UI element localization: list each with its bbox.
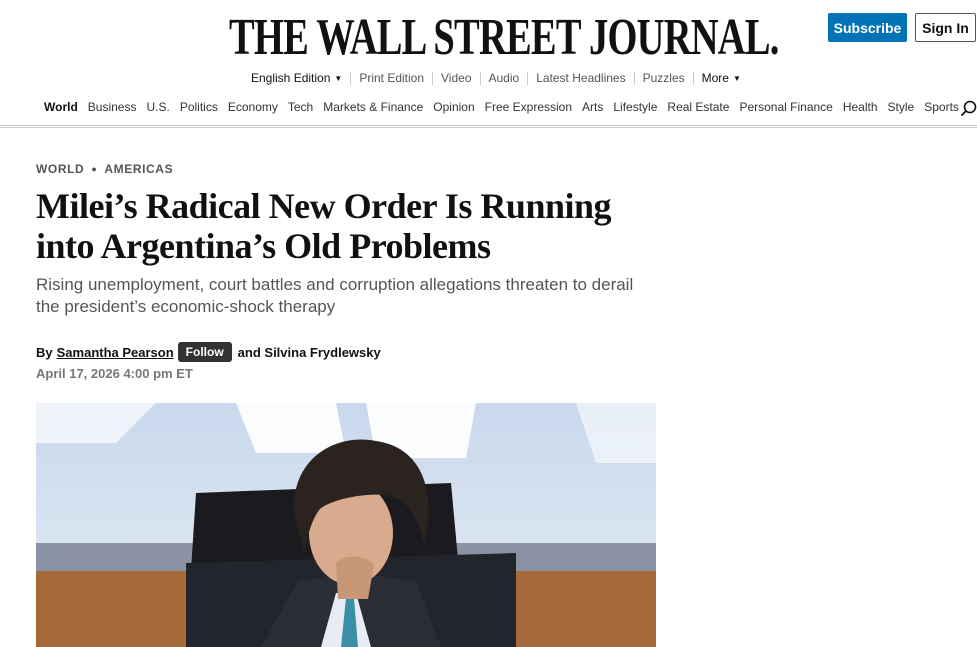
nav-politics[interactable]: Politics bbox=[180, 100, 218, 117]
article-timestamp: April 17, 2026 4:00 pm ET bbox=[36, 366, 193, 381]
bullet-icon: ● bbox=[91, 164, 98, 174]
nav-tech[interactable]: Tech bbox=[288, 100, 313, 117]
nav-world[interactable]: World bbox=[44, 100, 78, 117]
link-print-edition[interactable]: Print Edition bbox=[350, 72, 432, 85]
nav-arts[interactable]: Arts bbox=[582, 100, 603, 117]
photo-illustration bbox=[36, 403, 656, 647]
byline: By Samantha Pearson Follow and Silvina F… bbox=[36, 341, 656, 363]
byline-prefix: By bbox=[36, 344, 53, 360]
chevron-down-icon: ▼ bbox=[334, 74, 343, 83]
more-label: More bbox=[701, 71, 729, 85]
nav-divider bbox=[0, 127, 977, 128]
nav-style[interactable]: Style bbox=[888, 100, 915, 117]
nav-sports[interactable]: Sports bbox=[924, 100, 959, 117]
search-icon[interactable] bbox=[961, 100, 977, 116]
more-menu[interactable]: More ▼ bbox=[692, 71, 749, 85]
article-photo bbox=[36, 403, 656, 647]
wsj-logo[interactable]: THE WALL STREET JOURNAL. bbox=[229, 6, 779, 70]
sign-in-button[interactable]: Sign In bbox=[915, 13, 976, 42]
nav-divider bbox=[0, 125, 977, 126]
edition-bar: English Edition ▼ Print Edition Video Aud… bbox=[243, 70, 749, 87]
article-headline: Milei’s Radical New Order Is Running int… bbox=[36, 186, 612, 266]
author-link[interactable]: Samantha Pearson bbox=[57, 345, 174, 360]
nav-free-expression[interactable]: Free Expression bbox=[485, 100, 572, 117]
link-latest-headlines[interactable]: Latest Headlines bbox=[527, 72, 633, 85]
nav-markets-finance[interactable]: Markets & Finance bbox=[323, 100, 423, 117]
edition-selector[interactable]: English Edition ▼ bbox=[243, 72, 350, 85]
nav-personal-finance[interactable]: Personal Finance bbox=[739, 100, 832, 117]
nav-economy[interactable]: Economy bbox=[228, 100, 278, 117]
nav-business[interactable]: Business bbox=[88, 100, 137, 117]
breadcrumb: WORLD ● AMERICAS bbox=[36, 160, 656, 178]
section-nav: World Business U.S. Politics Economy Tec… bbox=[44, 100, 969, 117]
follow-button[interactable]: Follow bbox=[177, 342, 232, 362]
subscribe-button[interactable]: Subscribe bbox=[828, 13, 907, 42]
chevron-down-icon: ▼ bbox=[732, 74, 741, 83]
masthead: THE WALL STREET JOURNAL. Subscribe Sign … bbox=[0, 0, 977, 128]
nav-real-estate[interactable]: Real Estate bbox=[667, 100, 729, 117]
link-audio[interactable]: Audio bbox=[479, 72, 528, 85]
link-puzzles[interactable]: Puzzles bbox=[633, 72, 693, 85]
nav-us[interactable]: U.S. bbox=[146, 100, 169, 117]
nav-lifestyle[interactable]: Lifestyle bbox=[613, 100, 657, 117]
nav-health[interactable]: Health bbox=[843, 100, 878, 117]
breadcrumb-world[interactable]: WORLD bbox=[36, 162, 84, 176]
article: WORLD ● AMERICAS Milei’s Radical New Ord… bbox=[36, 160, 656, 381]
breadcrumb-americas[interactable]: AMERICAS bbox=[104, 162, 173, 176]
coauthor: and Silvina Frydlewsky bbox=[237, 344, 381, 360]
link-video[interactable]: Video bbox=[432, 72, 479, 85]
article-dek: Rising unemployment, court battles and c… bbox=[36, 275, 634, 316]
nav-opinion[interactable]: Opinion bbox=[433, 100, 474, 117]
edition-label: English Edition bbox=[251, 71, 331, 85]
